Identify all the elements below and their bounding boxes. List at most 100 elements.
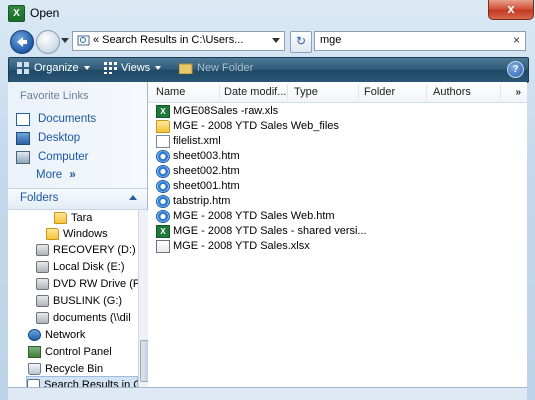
- file-name: MGE - 2008 YTD Sales Web.htm: [173, 210, 335, 222]
- dvd-drive-icon: [36, 278, 49, 290]
- column-header-type[interactable]: Type: [294, 86, 318, 98]
- more-links-button[interactable]: More »: [36, 169, 76, 181]
- ie-html-icon: [156, 165, 170, 178]
- column-divider[interactable]: [500, 84, 501, 100]
- excel-icon: X: [156, 225, 170, 238]
- tree-item-label: Windows: [63, 228, 108, 240]
- column-divider[interactable]: [426, 84, 427, 100]
- recycle-bin-icon: [28, 363, 41, 375]
- new-folder-button[interactable]: New Folder: [179, 62, 253, 75]
- file-name: tabstrip.htm: [173, 195, 231, 207]
- column-divider[interactable]: [219, 84, 220, 100]
- favorite-link-label: Computer: [38, 151, 89, 163]
- favorite-links-heading: Favorite Links: [20, 90, 89, 102]
- tree-item-label: BUSLINK (G:): [53, 295, 123, 307]
- ie-html-icon: [156, 210, 170, 223]
- address-bar[interactable]: « Search Results in C:\Users...: [72, 31, 285, 51]
- tree-item-label: RECOVERY (D:): [53, 244, 136, 256]
- computer-icon: [16, 151, 30, 164]
- file-name: sheet002.htm: [173, 165, 240, 177]
- command-toolbar: Organize Views New Folder ?: [8, 57, 529, 83]
- new-folder-icon: [179, 63, 193, 75]
- organize-button[interactable]: Organize: [17, 62, 90, 75]
- column-headers: Name Date modif... Type Folder Authors »: [148, 82, 527, 103]
- favorite-link-label: Documents: [38, 113, 97, 125]
- forward-button[interactable]: [36, 30, 60, 54]
- network-drive-icon: [36, 312, 49, 324]
- column-header-date-modified[interactable]: Date modif...: [224, 86, 286, 98]
- open-dialog: X Open x « Search Results in C:\Users...…: [0, 0, 535, 400]
- folder-icon: [156, 120, 170, 133]
- desktop-icon: [16, 132, 30, 145]
- title-bar: X Open x: [0, 0, 535, 26]
- tree-item-label: DVD RW Drive (F: [53, 278, 138, 290]
- drive-icon: [36, 295, 49, 307]
- more-chevron-icon: »: [69, 169, 76, 181]
- drive-icon: [36, 261, 49, 273]
- file-name: MGE - 2008 YTD Sales - shared versi...: [173, 225, 367, 237]
- more-columns-chevron-icon[interactable]: »: [515, 87, 521, 98]
- column-header-folder[interactable]: Folder: [364, 86, 395, 98]
- search-input[interactable]: mge ×: [314, 31, 526, 51]
- folder-tree: Tara Windows RECOVERY (D:) Local Disk (E…: [8, 210, 138, 387]
- file-name: sheet001.htm: [173, 180, 240, 192]
- refresh-button[interactable]: ↻: [290, 31, 312, 53]
- navigation-pane: Favorite Links Documents Desktop Compute…: [8, 82, 149, 387]
- chevron-up-icon: [129, 195, 137, 200]
- ie-html-icon: [156, 150, 170, 163]
- tree-item-search-results[interactable]: Search Results in C: [26, 376, 138, 387]
- file-name: MGE - 2008 YTD Sales Web_files: [173, 120, 339, 132]
- clear-search-icon[interactable]: ×: [513, 33, 520, 47]
- file-name: sheet003.htm: [173, 150, 240, 162]
- navigation-bar: « Search Results in C:\Users... ↻ mge ×: [0, 26, 535, 56]
- search-folder-icon: [27, 379, 40, 387]
- folders-label: Folders: [20, 192, 59, 204]
- tree-item-label: Search Results in C: [44, 379, 138, 387]
- bottom-edge: [8, 387, 527, 400]
- organize-caret-icon: [83, 66, 90, 71]
- organize-label: Organize: [34, 62, 79, 74]
- tree-item-label: Recycle Bin: [45, 363, 104, 375]
- favorite-link-label: Desktop: [38, 132, 81, 144]
- file-name: filelist.xml: [173, 135, 221, 147]
- back-button[interactable]: [10, 30, 34, 54]
- drive-icon: [36, 244, 49, 256]
- control-panel-icon: [28, 346, 41, 358]
- ie-html-icon: [156, 180, 170, 193]
- excel-app-icon: X: [8, 5, 25, 22]
- file-list-pane: Name Date modif... Type Folder Authors »…: [148, 82, 527, 387]
- views-icon: [104, 62, 117, 75]
- search-folder-icon: [77, 35, 90, 46]
- folder-tree-scrollbar[interactable]: [138, 210, 149, 387]
- file-name: MGE08Sales -raw.xls: [173, 105, 279, 117]
- back-arrow-icon: [17, 37, 27, 47]
- views-label: Views: [121, 62, 151, 74]
- organize-icon: [17, 62, 29, 75]
- documents-icon: [16, 113, 30, 126]
- ie-html-icon: [156, 195, 170, 208]
- address-dropdown-icon[interactable]: [272, 38, 280, 43]
- xml-file-icon: [156, 135, 170, 148]
- column-header-authors[interactable]: Authors: [433, 86, 471, 98]
- recent-pages-dropdown-icon[interactable]: [61, 38, 69, 43]
- more-label: More: [36, 169, 63, 181]
- window-title: Open: [30, 6, 60, 20]
- network-icon: [28, 329, 41, 341]
- folder-icon: [54, 212, 67, 224]
- tree-item-label: Control Panel: [45, 346, 112, 358]
- tree-item-label: Local Disk (E:): [53, 261, 125, 273]
- help-button[interactable]: ?: [507, 61, 524, 78]
- views-button[interactable]: Views: [104, 62, 162, 75]
- views-caret-icon: [155, 66, 162, 71]
- column-divider[interactable]: [358, 84, 359, 100]
- tree-item-label: Network: [45, 329, 86, 341]
- xlsx-icon: [156, 240, 170, 253]
- close-button[interactable]: x: [488, 0, 534, 20]
- tree-item-label: documents (\\dil: [53, 312, 131, 324]
- folders-header[interactable]: Folders: [8, 188, 147, 210]
- address-path: « Search Results in C:\Users...: [93, 34, 244, 46]
- column-header-name[interactable]: Name: [156, 86, 185, 98]
- search-value: mge: [320, 34, 342, 46]
- column-divider[interactable]: [287, 84, 288, 100]
- file-name: MGE - 2008 YTD Sales.xlsx: [173, 240, 310, 252]
